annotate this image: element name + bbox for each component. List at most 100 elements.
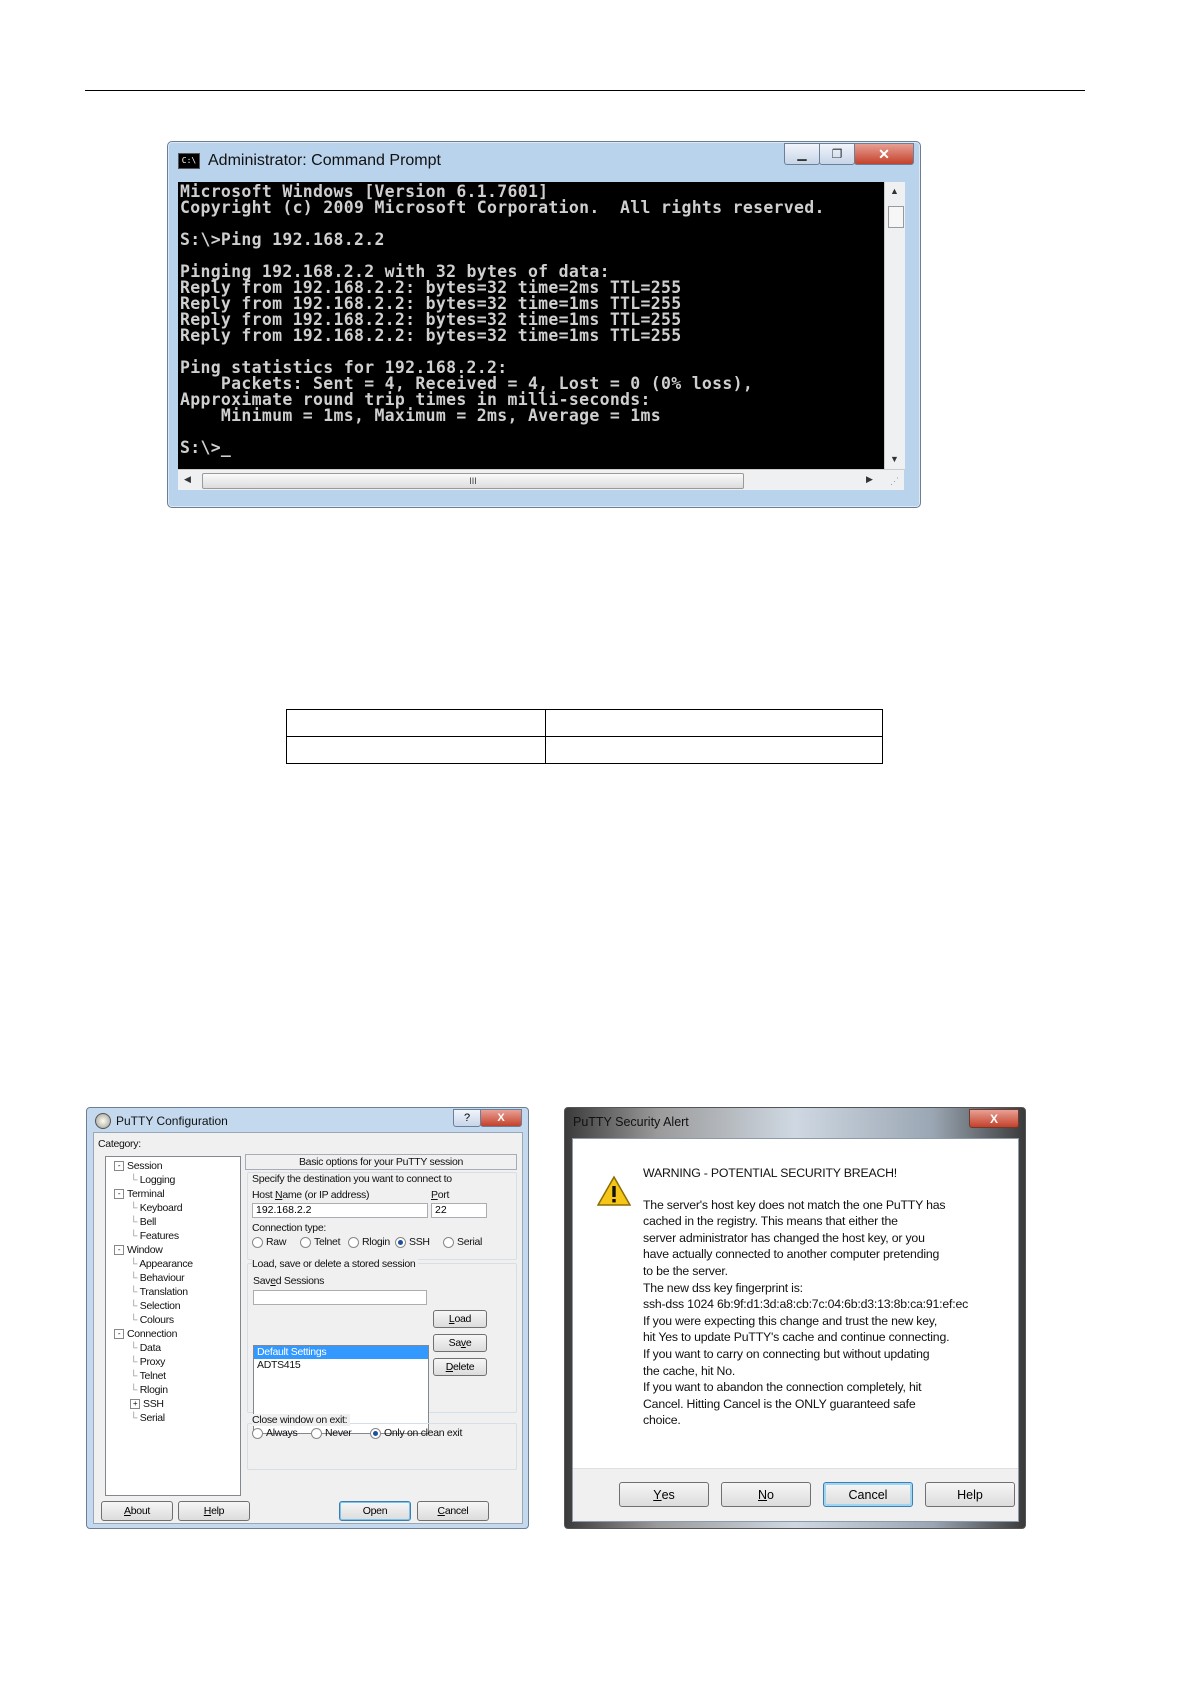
- open-button[interactable]: Open: [339, 1501, 411, 1521]
- expand-icon[interactable]: +: [130, 1399, 140, 1410]
- vertical-scrollbar[interactable]: ▲ ▼: [884, 182, 905, 469]
- message-line: cached in the registry. This means that …: [643, 1214, 898, 1229]
- close-button[interactable]: X: [480, 1109, 522, 1127]
- putty-config-title: PuTTY Configuration: [116, 1114, 228, 1128]
- message-line: have actually connected to another compu…: [643, 1247, 940, 1262]
- save-button[interactable]: Sa v e: [433, 1334, 487, 1352]
- delete-button[interactable]: Delete: [433, 1358, 487, 1376]
- tree-connector-icon: └: [130, 1412, 140, 1424]
- table-cell: [286, 709, 546, 737]
- no-button[interactable]: No: [721, 1482, 811, 1507]
- tree-item[interactable]: └ Keyboard: [130, 1202, 183, 1214]
- putty-security-alert-window: PuTTY Security Alert X WARNING - POTENTI…: [564, 1107, 1026, 1529]
- category-tree[interactable]: - Session └ Logging - Terminal └ Keyboard └ Be…: [105, 1156, 241, 1496]
- scroll-left-arrow-icon[interactable]: ◀: [184, 474, 191, 485]
- help-button[interactable]: Help: [178, 1501, 250, 1521]
- conn-type-radio-rlogin[interactable]: Rlogin: [348, 1236, 390, 1248]
- tree-item[interactable]: - Terminal: [114, 1188, 165, 1200]
- tree-connector-icon: └: [130, 1230, 140, 1242]
- console-output[interactable]: Microsoft Windows [Version 6.1.7601] Cop…: [178, 182, 884, 469]
- cancel-button[interactable]: Cancel: [823, 1482, 913, 1507]
- radio-label: Only on clean exit: [384, 1427, 463, 1439]
- tree-item[interactable]: └ Selection: [130, 1300, 181, 1312]
- radio-button-icon: [370, 1427, 381, 1439]
- tree-item[interactable]: └ Colours: [130, 1314, 174, 1326]
- tree-item-label: Rlogin: [139, 1384, 168, 1396]
- tree-connector-icon: └: [130, 1370, 140, 1382]
- about-button[interactable]: About: [101, 1501, 173, 1521]
- tree-item[interactable]: └ Proxy: [130, 1356, 165, 1368]
- close-button[interactable]: X: [969, 1109, 1019, 1128]
- security-alert-message: WARNING - POTENTIAL SECURITY BREACH! The…: [643, 1165, 1013, 1429]
- help-button[interactable]: Help: [925, 1482, 1015, 1507]
- scroll-down-arrow-icon[interactable]: ▼: [890, 454, 899, 464]
- tree-item[interactable]: - Window: [114, 1244, 163, 1256]
- message-line: If you want to abandon the connection co…: [643, 1380, 922, 1395]
- tree-item[interactable]: └ Telnet: [130, 1370, 166, 1382]
- saved-sessions-input[interactable]: [253, 1290, 427, 1305]
- maximize-button[interactable]: ❐: [819, 143, 855, 165]
- tree-connector-icon: └: [130, 1272, 140, 1284]
- message-line: If you were expecting this change and tr…: [643, 1313, 938, 1328]
- cancel-button[interactable]: Cancel: [417, 1501, 489, 1521]
- port-input[interactable]: 22: [431, 1203, 487, 1218]
- tree-connector-icon: └: [130, 1300, 140, 1312]
- tree-item[interactable]: └ Data: [130, 1342, 161, 1354]
- tree-item[interactable]: └ Logging: [130, 1174, 175, 1186]
- tree-item[interactable]: └ Appearance: [130, 1258, 193, 1270]
- close-on-radio-never[interactable]: Never: [311, 1427, 352, 1439]
- horizontal-scrollbar[interactable]: ◀ III ▶ ⋰: [178, 469, 904, 490]
- close-button[interactable]: ✕: [854, 143, 914, 165]
- cmd-window-buttons: ▁ ❐ ✕: [784, 143, 914, 165]
- tree-item[interactable]: └ Bell: [130, 1216, 156, 1228]
- conn-type-radio-raw[interactable]: Raw: [252, 1236, 286, 1248]
- list-item[interactable]: ADTS415: [254, 1359, 428, 1372]
- context-help-button[interactable]: ?: [453, 1109, 481, 1127]
- close-on-radio-always[interactable]: Always: [252, 1427, 298, 1439]
- vertical-scroll-thumb[interactable]: [888, 206, 904, 228]
- list-item[interactable]: Default Settings: [254, 1346, 428, 1359]
- scroll-up-arrow-icon[interactable]: ▲: [890, 186, 899, 196]
- collapse-icon[interactable]: -: [114, 1329, 124, 1340]
- tree-item[interactable]: └ Translation: [130, 1286, 188, 1298]
- command-prompt-window: C:\ Administrator: Command Prompt ▁ ❐ ✕ …: [167, 141, 921, 508]
- conn-type-radio-ssh[interactable]: SSH: [395, 1236, 430, 1248]
- tree-item-label: Proxy: [139, 1356, 166, 1368]
- tree-connector-icon: └: [130, 1384, 140, 1396]
- tree-item-label: Telnet: [139, 1370, 167, 1382]
- resize-grip-icon[interactable]: ⋰: [890, 476, 899, 487]
- tree-item[interactable]: └ Rlogin: [130, 1384, 168, 1396]
- load-button[interactable]: Load: [433, 1310, 487, 1328]
- tree-item[interactable]: + SSH: [130, 1398, 164, 1410]
- message-line: ssh-dss 1024 6b:9f:d1:3d:a8:cb:7c:04:6b:…: [643, 1297, 969, 1312]
- message-line: server administrator has changed the hos…: [643, 1230, 925, 1245]
- horizontal-scroll-thumb[interactable]: III: [202, 473, 744, 489]
- tree-item-label: Serial: [139, 1412, 165, 1424]
- radio-button-icon: [252, 1427, 263, 1439]
- tree-item[interactable]: - Connection: [114, 1328, 177, 1340]
- collapse-icon[interactable]: -: [114, 1245, 124, 1256]
- conn-type-radio-telnet[interactable]: Telnet: [300, 1236, 341, 1248]
- saved-sessions-label: Saved Sessions: [253, 1275, 325, 1287]
- conn-type-radio-serial[interactable]: Serial: [443, 1236, 482, 1248]
- tree-item[interactable]: └ Features: [130, 1230, 179, 1242]
- table-row: [286, 709, 883, 737]
- putty-app-icon: [95, 1113, 111, 1129]
- cmd-title: Administrator: Command Prompt: [208, 152, 441, 169]
- collapse-icon[interactable]: -: [114, 1189, 124, 1200]
- yes-button[interactable]: Yes: [619, 1482, 709, 1507]
- scroll-right-arrow-icon[interactable]: ▶: [866, 474, 873, 485]
- host-name-input[interactable]: 192.168.2.2: [252, 1203, 428, 1218]
- radio-button-icon: [443, 1236, 454, 1248]
- tree-item-label: Window: [127, 1244, 163, 1256]
- tree-item[interactable]: └ Serial: [130, 1412, 165, 1424]
- tree-connector-icon: └: [130, 1174, 140, 1186]
- tree-connector-icon: └: [130, 1216, 140, 1228]
- tree-connector-icon: └: [130, 1356, 140, 1368]
- tree-item[interactable]: - Session: [114, 1160, 163, 1172]
- message-line: choice.: [643, 1413, 681, 1428]
- minimize-button[interactable]: ▁: [784, 143, 820, 165]
- tree-item[interactable]: └ Behaviour: [130, 1272, 185, 1284]
- collapse-icon[interactable]: -: [114, 1161, 124, 1172]
- close-on-radio-only-on-clean-exit[interactable]: Only on clean exit: [370, 1427, 462, 1439]
